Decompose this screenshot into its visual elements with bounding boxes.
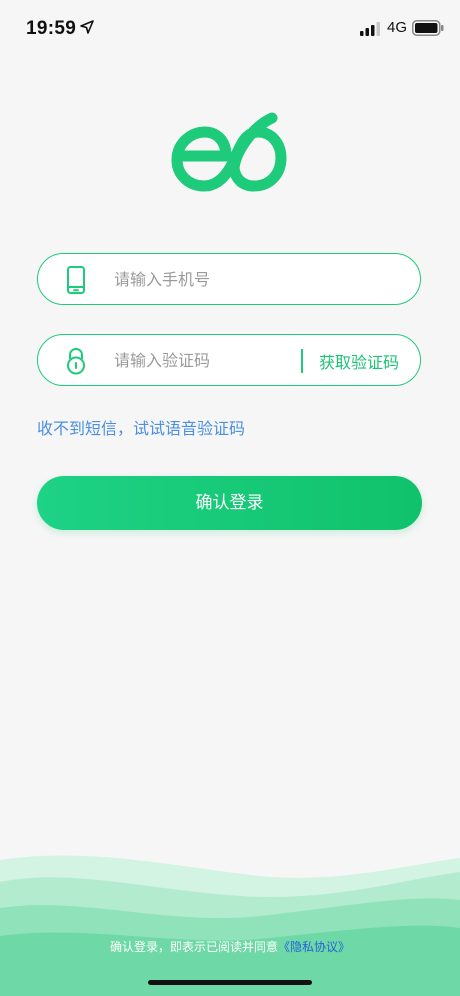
home-indicator[interactable] bbox=[148, 980, 312, 985]
location-arrow-icon bbox=[80, 20, 94, 34]
signal-icon bbox=[360, 22, 380, 36]
network-type: 4G bbox=[387, 19, 408, 36]
field-divider bbox=[301, 349, 303, 373]
agreement-prefix: 确认登录，即表示已阅读并同意 bbox=[109, 940, 278, 954]
agreement-text: 确认登录，即表示已阅读并同意《隐私协议》 bbox=[0, 938, 460, 955]
privacy-policy-link[interactable]: 《隐私协议》 bbox=[278, 940, 350, 954]
verification-code-field: 获取验证码 bbox=[37, 334, 421, 386]
lock-icon bbox=[67, 347, 85, 375]
phone-field bbox=[37, 253, 421, 305]
status-bar: 19:59 4G bbox=[0, 0, 460, 58]
wave-decoration bbox=[0, 855, 460, 996]
phone-input[interactable] bbox=[114, 267, 314, 291]
phone-icon bbox=[67, 266, 85, 294]
verification-code-input[interactable] bbox=[114, 348, 314, 372]
battery-icon bbox=[412, 20, 444, 36]
status-time: 19:59 bbox=[26, 18, 77, 39]
get-code-button[interactable]: 获取验证码 bbox=[319, 349, 399, 373]
eb-logo-icon bbox=[171, 112, 287, 192]
confirm-login-button[interactable]: 确认登录 bbox=[37, 476, 422, 530]
voice-code-link[interactable]: 收不到短信，试试语音验证码 bbox=[37, 415, 245, 439]
